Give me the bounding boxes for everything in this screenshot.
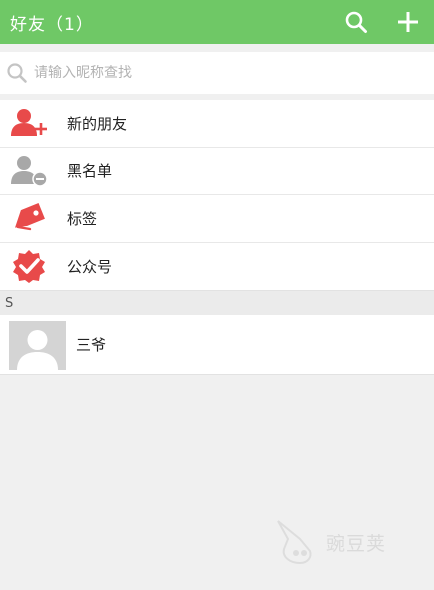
page-title: 好友（1）	[10, 14, 94, 35]
search-button[interactable]	[334, 0, 378, 44]
official-account-icon	[10, 247, 48, 285]
add-friend-icon	[10, 104, 48, 142]
search-icon	[345, 11, 367, 33]
section-letter-header: S	[0, 290, 434, 315]
search-input[interactable]	[34, 65, 414, 81]
contact-row[interactable]: 三爷	[0, 315, 434, 375]
watermark-logo-icon	[277, 520, 312, 565]
search-bar	[0, 52, 434, 94]
top-bar: 好友（1）	[0, 0, 434, 44]
menu-item-official-accounts[interactable]: 公众号	[0, 243, 434, 291]
menu-item-blacklist[interactable]: 黑名单	[0, 148, 434, 195]
menu-item-label: 新的朋友	[67, 114, 128, 133]
menu-item-tags[interactable]: 标签	[0, 195, 434, 243]
menu-item-label: 黑名单	[67, 162, 113, 181]
add-button[interactable]	[386, 0, 430, 44]
function-menu: 新的朋友 黑名单 标签 公众号	[0, 100, 434, 290]
tag-icon	[10, 199, 48, 237]
avatar	[9, 321, 66, 370]
blacklist-icon	[10, 152, 48, 190]
watermark-text: 豌豆荚	[326, 532, 387, 555]
contact-name: 三爷	[76, 336, 107, 354]
menu-item-label: 公众号	[67, 257, 113, 276]
search-field-icon	[4, 60, 30, 86]
menu-item-label: 标签	[67, 209, 98, 228]
watermark: 豌豆荚	[272, 516, 412, 568]
plus-icon	[398, 12, 418, 32]
menu-item-new-friends[interactable]: 新的朋友	[0, 100, 434, 148]
